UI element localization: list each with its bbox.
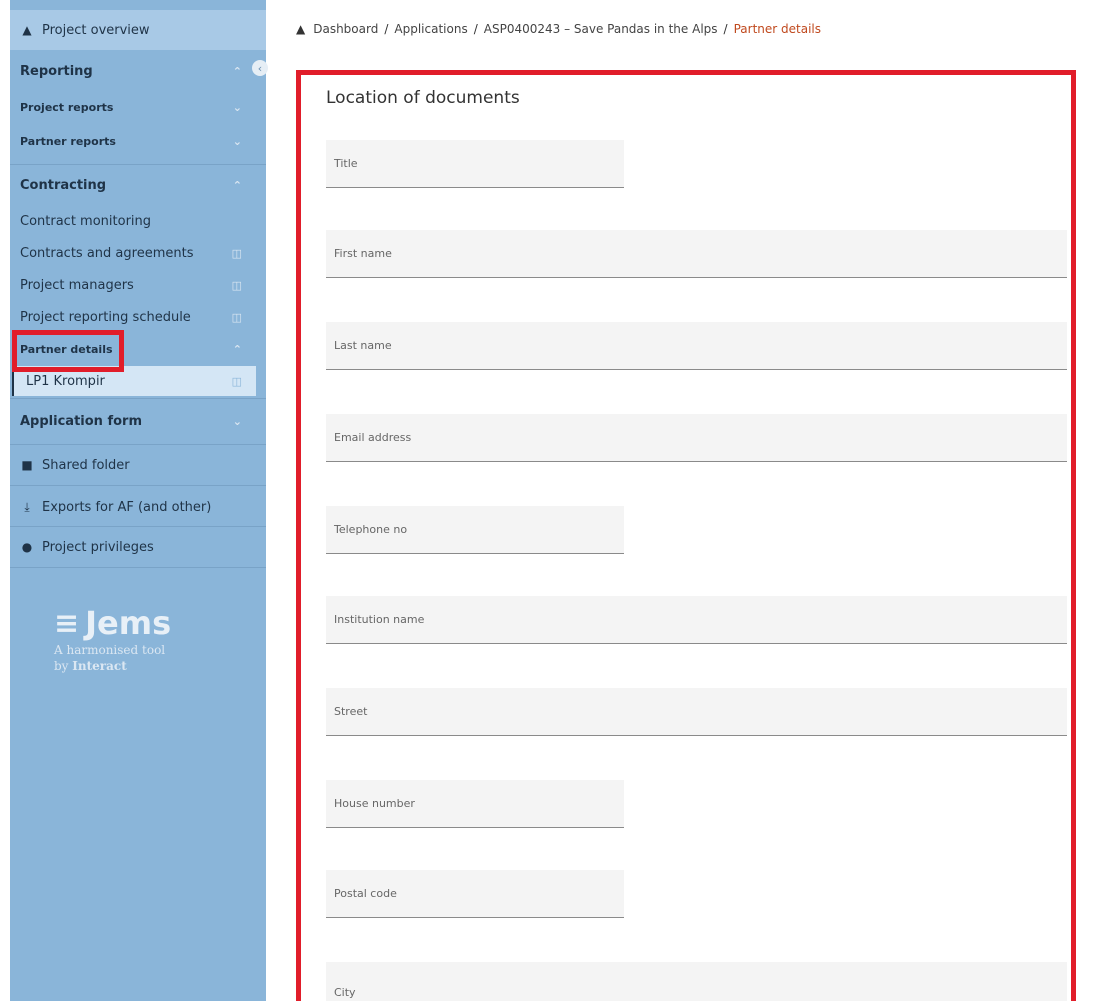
divider bbox=[10, 164, 266, 165]
chevron-down-icon: ⌄ bbox=[232, 100, 242, 114]
sidebar-item-partner-reports[interactable]: Partner reports ⌄ bbox=[10, 126, 266, 156]
application-form-section-header[interactable]: Application form ⌄ bbox=[10, 404, 266, 438]
first-name-input[interactable]: First name bbox=[326, 230, 1067, 278]
institution-name-input[interactable]: Institution name bbox=[326, 596, 1067, 644]
street-input[interactable]: Street bbox=[326, 688, 1067, 736]
jems-logo-icon: ≡ bbox=[54, 605, 80, 641]
exports-label: Exports for AF (and other) bbox=[42, 499, 212, 515]
title-input[interactable]: Title bbox=[326, 140, 624, 188]
chevron-up-icon: ⌃ bbox=[232, 178, 242, 192]
chevron-down-icon: ⌄ bbox=[232, 134, 242, 148]
lock-icon: ◫ bbox=[231, 278, 242, 292]
breadcrumb-separator: / bbox=[473, 22, 478, 36]
divider bbox=[10, 398, 266, 399]
house-number-input[interactable]: House number bbox=[326, 780, 624, 828]
sidebar-item-project-managers[interactable]: Project managers ◫ bbox=[10, 270, 266, 300]
lock-icon: ◫ bbox=[231, 310, 242, 324]
highlight-partner-details bbox=[12, 330, 124, 372]
breadcrumb-current: Partner details bbox=[733, 22, 821, 36]
breadcrumb-separator: / bbox=[384, 22, 389, 36]
partner-reports-label: Partner reports bbox=[20, 134, 116, 148]
contracts-agreements-label: Contracts and agreements bbox=[20, 245, 194, 261]
divider bbox=[10, 444, 266, 445]
sidebar: ▲ Project overview Reporting ⌃ Project r… bbox=[10, 0, 266, 1001]
last-name-input[interactable]: Last name bbox=[326, 322, 1067, 370]
home-icon: ▲ bbox=[22, 23, 32, 37]
telephone-input[interactable]: Telephone no bbox=[326, 506, 624, 554]
divider bbox=[10, 485, 266, 486]
sidebar-item-project-privileges[interactable]: ● Project privileges bbox=[10, 530, 266, 564]
breadcrumb-separator: / bbox=[723, 22, 728, 36]
project-overview-link[interactable]: ▲ Project overview bbox=[10, 10, 266, 50]
postal-code-input[interactable]: Postal code bbox=[326, 870, 624, 918]
sidebar-item-contracts-agreements[interactable]: Contracts and agreements ◫ bbox=[10, 238, 266, 268]
breadcrumb-dashboard[interactable]: Dashboard bbox=[313, 22, 378, 36]
sidebar-item-contract-monitoring[interactable]: Contract monitoring bbox=[10, 206, 266, 236]
chevron-up-icon: ⌃ bbox=[232, 342, 242, 356]
lock-icon: ◫ bbox=[231, 246, 242, 260]
application-form-label: Application form bbox=[20, 413, 142, 429]
folder-icon: ■ bbox=[21, 458, 33, 472]
project-managers-label: Project managers bbox=[20, 277, 134, 293]
contracting-label: Contracting bbox=[20, 177, 107, 193]
logo-brand: Interact bbox=[72, 659, 127, 673]
sidebar-item-shared-folder[interactable]: ■ Shared folder bbox=[10, 448, 266, 482]
sidebar-item-reporting-schedule[interactable]: Project reporting schedule ◫ bbox=[10, 302, 266, 332]
logo-tagline: A harmonised tool bbox=[54, 643, 166, 657]
sidebar-item-project-reports[interactable]: Project reports ⌄ bbox=[10, 92, 266, 122]
users-lock-icon: ● bbox=[21, 540, 33, 554]
chevron-down-icon: ⌄ bbox=[232, 414, 242, 428]
breadcrumb-applications[interactable]: Applications bbox=[394, 22, 467, 36]
jems-logo: ≡ Jems A harmonised tool by Interact bbox=[54, 604, 171, 674]
contracting-section-header[interactable]: Contracting ⌃ bbox=[10, 170, 266, 200]
breadcrumb-project[interactable]: ASP0400243 – Save Pandas in the Alps bbox=[484, 22, 718, 36]
reporting-label: Reporting bbox=[20, 63, 93, 79]
home-icon: ▲ bbox=[296, 22, 306, 36]
reporting-schedule-label: Project reporting schedule bbox=[20, 309, 191, 325]
section-title: Location of documents bbox=[326, 88, 520, 108]
collapse-sidebar-button[interactable]: ‹ bbox=[252, 60, 268, 76]
contract-monitoring-label: Contract monitoring bbox=[20, 213, 152, 229]
download-icon: ⤓ bbox=[24, 499, 30, 514]
privileges-label: Project privileges bbox=[42, 539, 154, 555]
project-reports-label: Project reports bbox=[20, 100, 114, 114]
shared-folder-label: Shared folder bbox=[42, 457, 130, 473]
breadcrumb: ▲ Dashboard / Applications / ASP0400243 … bbox=[296, 22, 821, 36]
project-overview-label: Project overview bbox=[42, 22, 150, 38]
sidebar-item-exports[interactable]: ⤓ Exports for AF (and other) bbox=[10, 490, 266, 524]
city-input[interactable]: City bbox=[326, 962, 1067, 1001]
logo-by: by bbox=[54, 659, 73, 673]
chevron-up-icon: ⌃ bbox=[232, 64, 242, 78]
lp1-krompir-label: LP1 Krompir bbox=[26, 373, 105, 389]
divider bbox=[10, 567, 266, 568]
reporting-section-header[interactable]: Reporting ⌃ bbox=[10, 56, 266, 86]
logo-byline: by Interact bbox=[54, 658, 171, 674]
divider bbox=[10, 526, 266, 527]
logo-name: Jems bbox=[85, 604, 172, 642]
email-input[interactable]: Email address bbox=[326, 414, 1067, 462]
lock-icon: ◫ bbox=[231, 374, 242, 388]
